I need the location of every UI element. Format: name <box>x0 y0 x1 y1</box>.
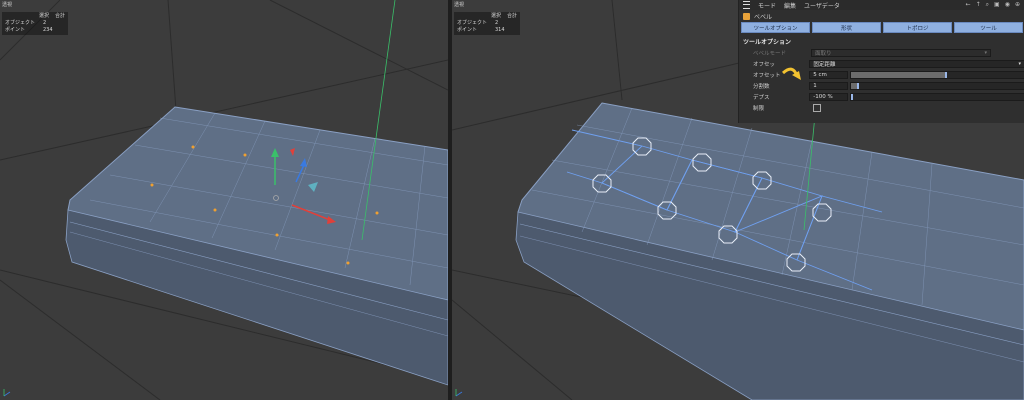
hud-row-label: オブジェクト <box>5 20 36 26</box>
subdivision-input[interactable]: 1 <box>809 81 849 90</box>
hud-col-total: 合計 <box>507 13 518 19</box>
panel-tabs: ツールオプション 形状 トポロジ ツール <box>739 22 1024 33</box>
depth-slider-knob[interactable] <box>851 93 854 100</box>
search-icon[interactable]: ⌕ <box>986 1 989 9</box>
limit-label: 制限 <box>753 105 765 112</box>
hud-row-label: ポイント <box>5 27 26 33</box>
hud-row-label: ポイント <box>457 27 478 33</box>
offset-mode-value: 固定距離 <box>813 61 836 68</box>
bevel-mode-value: 面取り <box>815 50 832 57</box>
row-limit: 制限 <box>739 102 1024 113</box>
tab-topology[interactable]: トポロジ <box>883 22 952 33</box>
menu-mode[interactable]: モード <box>758 1 776 10</box>
offset-mode-select[interactable]: 固定距離 ▾ <box>809 59 1024 68</box>
hud-header: 透視 <box>454 2 465 8</box>
row-depth: デプス -100 % <box>739 91 1024 102</box>
menu-userdata[interactable]: ユーザデータ <box>804 1 840 10</box>
depth-slider[interactable] <box>850 92 1024 101</box>
hud-col-selected: 選択 <box>491 13 502 19</box>
subdivision-slider-knob[interactable] <box>857 82 860 89</box>
hud-row-label: オブジェクト <box>457 20 488 26</box>
hud-row-value: 314 <box>495 27 505 33</box>
limit-checkbox[interactable] <box>813 103 821 112</box>
viewport-left-scene <box>0 0 448 400</box>
chevron-down-icon: ▾ <box>1018 60 1021 67</box>
object-name: ベベル <box>754 13 773 21</box>
callout-arrow-icon <box>781 67 801 80</box>
hud-row-value: 2 <box>495 20 499 26</box>
subdivision-slider[interactable] <box>850 81 1024 90</box>
section-title: ツールオプション <box>743 39 792 46</box>
hud-col-selected: 選択 <box>39 13 50 19</box>
viewport-right-hud: 透視 選択 合計 オブジェクト 2 ポイント 314 <box>454 2 521 35</box>
attribute-panel: モード 編集 ユーザデータ ← ↑ ⌕ ▣ ◉ ⊕ ベベル ツールオプション 形… <box>738 0 1024 123</box>
bevel-mode-select[interactable]: 面取り ▾ <box>811 48 991 57</box>
offset-slider-knob[interactable] <box>945 71 948 78</box>
depth-label: デプス <box>753 94 770 101</box>
bevel-tool-icon <box>743 12 750 20</box>
chevron-down-icon: ▾ <box>984 49 987 56</box>
row-bevel-mode: ベベルモード 面取り ▾ <box>739 47 1024 58</box>
tab-shape[interactable]: 形状 <box>812 22 881 33</box>
depth-input[interactable]: -100 % <box>809 92 849 101</box>
menu-edit[interactable]: 編集 <box>784 1 796 10</box>
offset-slider[interactable] <box>850 70 1024 79</box>
viewport-left-hud: 透視 選択 合計 オブジェクト 2 ポイント 234 <box>2 2 69 35</box>
hud-header: 透視 <box>2 2 13 8</box>
subdivision-label: 分割数 <box>753 83 770 90</box>
panel-object-header: ベベル <box>739 10 1024 22</box>
bevel-mode-label: ベベルモード <box>753 50 787 57</box>
up-arrow-icon[interactable]: ↑ <box>976 1 981 9</box>
offset-slider-fill <box>851 71 947 78</box>
panel-menu-bar: モード 編集 ユーザデータ ← ↑ ⌕ ▣ ◉ ⊕ <box>739 0 1024 10</box>
hud-row-value: 234 <box>43 27 53 33</box>
settings-icon[interactable]: ◉ <box>1005 1 1010 9</box>
lock-icon[interactable]: ▣ <box>994 1 1000 9</box>
tab-tool-options[interactable]: ツールオプション <box>741 22 810 33</box>
back-arrow-icon[interactable]: ← <box>966 1 971 9</box>
hud-col-total: 合計 <box>55 13 66 19</box>
tab-tool[interactable]: ツール <box>954 22 1023 33</box>
add-icon[interactable]: ⊕ <box>1015 1 1020 9</box>
viewport-left[interactable]: 透視 選択 合計 オブジェクト 2 ポイント 234 <box>0 0 448 400</box>
offset-input[interactable]: 5 cm <box>809 70 849 79</box>
hud-row-value: 2 <box>43 20 47 26</box>
hamburger-icon[interactable] <box>743 1 750 9</box>
